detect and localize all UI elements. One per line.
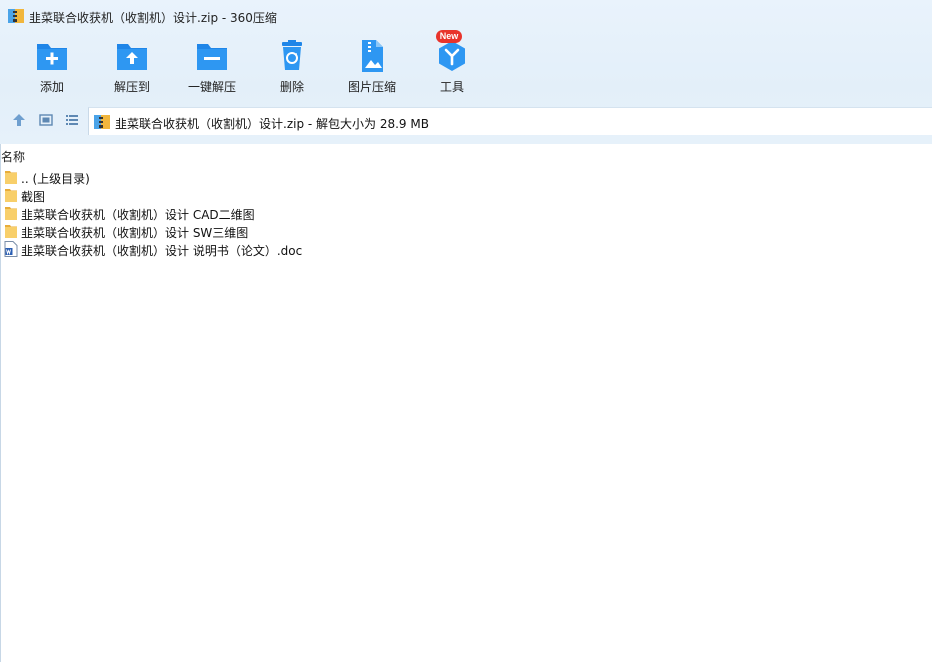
add-label: 添加 [39,80,64,94]
file-list: .. (上级目录) 截图 韭菜联合收获机（收割机）设计 CAD二维图 韭菜联合收… [0,168,932,258]
tools-icon [439,41,465,71]
address-bar[interactable]: 韭菜联合收获机（收割机）设计.zip - 解包大小为 28.9 MB [88,107,932,135]
tools-label: 工具 [439,80,464,94]
up-arrow-icon[interactable] [11,112,27,128]
add-icon [37,44,67,70]
tools-button[interactable]: New 工具 [416,30,488,98]
column-name-label: 名称 [1,150,26,164]
header-area: 韭菜联合收获机（收割机）设计.zip - 360压缩 添加 解压到 一键解压 删… [0,0,932,144]
one-click-extract-label: 一键解压 [187,80,236,94]
file-name: 韭菜联合收获机（收割机）设计 说明书（论文）.doc [21,244,303,258]
list-item[interactable]: .. (上级目录) [0,168,932,186]
view-thumbnail-icon[interactable] [38,112,54,128]
folder-icon [5,225,17,238]
extract-to-icon [117,44,147,70]
image-compress-button[interactable]: 图片压缩 [336,36,408,98]
one-click-extract-button[interactable]: 一键解压 [176,36,248,98]
file-name: 韭菜联合收获机（收割机）设计 CAD二维图 [21,208,255,222]
extract-to-label: 解压到 [113,80,150,94]
list-item[interactable]: 韭菜联合收获机（收割机）设计 说明书（论文）.doc [0,240,932,258]
column-header-name[interactable]: 名称 [0,146,932,164]
list-item[interactable]: 截图 [0,186,932,204]
title-bar: 韭菜联合收获机（收割机）设计.zip - 360压缩 [0,0,932,34]
delete-icon [282,40,302,70]
view-list-icon[interactable] [64,112,80,128]
zip-app-icon [8,9,24,23]
zip-file-icon [94,115,110,129]
window-title: 韭菜联合收获机（收割机）设计.zip - 360压缩 [29,11,277,25]
new-badge: New [436,30,462,43]
one-click-extract-icon [197,44,227,70]
add-button[interactable]: 添加 [16,36,88,98]
delete-label: 删除 [279,80,304,94]
folder-icon [5,207,17,220]
address-row: 韭菜联合收获机（收割机）设计.zip - 解包大小为 28.9 MB [0,107,932,135]
list-item[interactable]: 韭菜联合收获机（收割机）设计 SW三维图 [0,222,932,240]
delete-button[interactable]: 删除 [256,36,328,98]
folder-icon [5,171,17,184]
list-item[interactable]: 韭菜联合收获机（收割机）设计 CAD二维图 [0,204,932,222]
file-name: .. (上级目录) [21,172,90,186]
extract-to-button[interactable]: 解压到 [96,36,168,98]
address-text: 韭菜联合收获机（收割机）设计.zip - 解包大小为 28.9 MB [115,117,429,131]
file-name: 韭菜联合收获机（收割机）设计 SW三维图 [21,226,249,240]
file-name: 截图 [21,190,46,204]
word-doc-icon [4,241,18,257]
image-compress-icon [362,40,383,72]
folder-icon [5,189,17,202]
image-compress-label: 图片压缩 [347,80,396,94]
toolbar: 添加 解压到 一键解压 删除 图片压缩 New 工具 [0,30,932,98]
